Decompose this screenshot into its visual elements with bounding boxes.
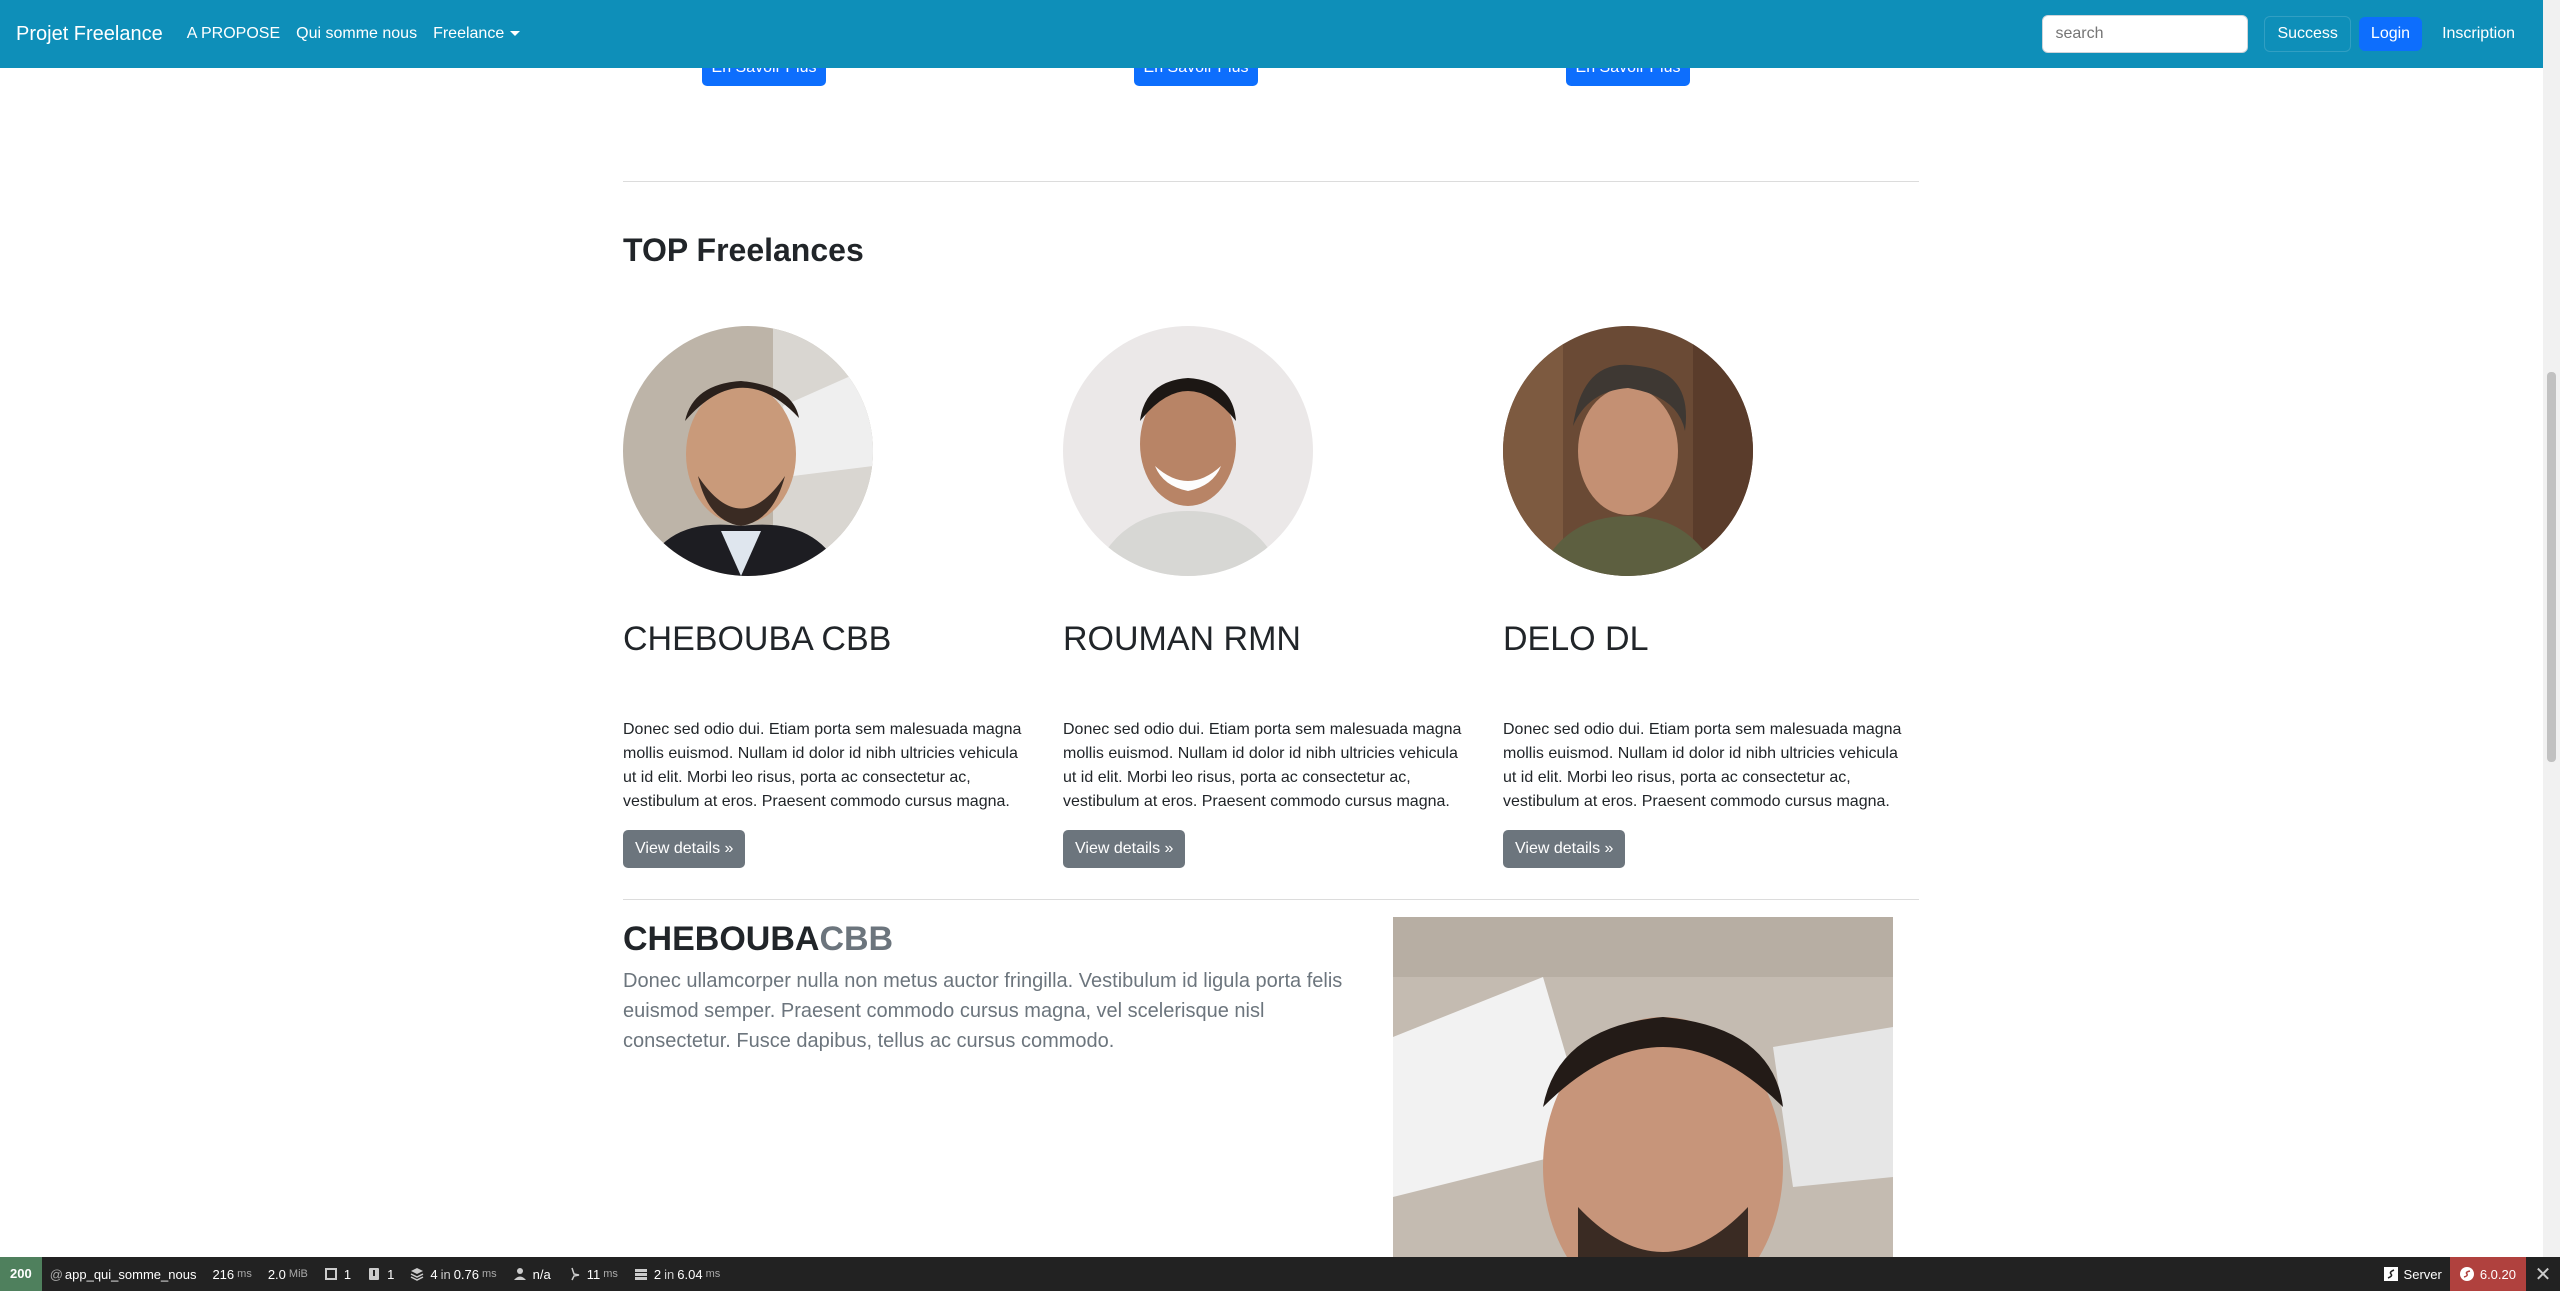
debug-toolbar: 200 @ app_qui_somme_nous 216 ms 2.0 MiB 1 1…	[0, 1257, 2560, 1291]
symfony-logo-icon	[2459, 1267, 2474, 1281]
nav-link-qui-somme-nous[interactable]: Qui somme nous	[296, 25, 417, 43]
symfony-version: 6.0.20	[2479, 1266, 2516, 1282]
featurette-image	[1393, 917, 1893, 1257]
events-icon	[571, 1267, 579, 1281]
featurette-heading-main: CHEBOUBA	[623, 920, 820, 958]
server-label: Server	[2403, 1266, 2442, 1282]
time-value: 216	[212, 1266, 235, 1282]
at-icon: @	[49, 1266, 63, 1282]
server-item[interactable]: Server	[2376, 1257, 2450, 1291]
memory-item[interactable]: 2.0 MiB	[260, 1257, 316, 1291]
section-title: TOP Freelances	[623, 232, 864, 268]
symfony-version-badge[interactable]: 6.0.20	[2449, 1257, 2526, 1291]
time-unit: ms	[237, 1268, 252, 1280]
freelance-description: Donec sed odio dui. Etiam porta sem male…	[623, 721, 1022, 810]
layers-icon	[410, 1268, 424, 1281]
freelance-description: Donec sed odio dui. Etiam porta sem male…	[1063, 721, 1462, 810]
db-count: 2	[653, 1266, 662, 1282]
freelance-name: DELO DL	[1503, 620, 1649, 658]
view-details-button[interactable]: View details »	[623, 830, 746, 868]
user-value: n/a	[532, 1266, 551, 1282]
twig-unit: ms	[482, 1268, 497, 1280]
route-name: app_qui_somme_nous	[64, 1266, 197, 1282]
view-details-button[interactable]: View details »	[1063, 830, 1186, 868]
database-item[interactable]: 2 in 6.04 ms	[626, 1257, 728, 1291]
scrollbar-thumb[interactable]	[2547, 372, 2556, 762]
user-item[interactable]: n/a	[505, 1257, 559, 1291]
logs-item[interactable]: 1	[359, 1257, 402, 1291]
events-unit: ms	[603, 1268, 618, 1280]
db-time: 6.04	[677, 1266, 703, 1282]
route-item[interactable]: @ app_qui_somme_nous	[42, 1257, 205, 1291]
http-requests-icon	[324, 1268, 337, 1280]
nav-link-a-propose[interactable]: A PROPOSE	[187, 25, 280, 43]
events-time: 11	[586, 1266, 601, 1282]
nav-dropdown-label: Freelance	[433, 25, 505, 42]
page-scrollbar[interactable]	[2543, 0, 2560, 1257]
search-input[interactable]	[2042, 15, 2249, 53]
user-icon	[513, 1268, 526, 1280]
nav-right-group: Success Login Inscription	[2042, 15, 2527, 53]
brand-link[interactable]: Projet Freelance	[16, 23, 163, 46]
featurette-heading: CHEBOUBACBB	[623, 920, 893, 959]
logs-count: 1	[387, 1266, 395, 1282]
memory-unit: MiB	[288, 1268, 308, 1280]
avatar-chebouba	[623, 326, 873, 576]
featurette-heading-muted: CBB	[819, 920, 894, 958]
freelance-name: CHEBOUBA CBB	[623, 620, 892, 658]
divider	[623, 899, 1919, 900]
navbar: Projet Freelance A PROPOSE Qui somme nou…	[0, 0, 2543, 68]
divider	[623, 181, 1919, 182]
twig-in: in	[440, 1266, 451, 1282]
events-item[interactable]: 11 ms	[559, 1257, 626, 1291]
twig-time: 0.76	[453, 1266, 479, 1282]
caret-down-icon	[510, 31, 521, 37]
memory-value: 2.0	[267, 1266, 286, 1282]
requests-count: 1	[343, 1266, 352, 1282]
avatar-delo	[1503, 326, 1753, 576]
logs-icon	[369, 1268, 380, 1280]
db-unit: ms	[705, 1268, 721, 1280]
toolbar-right: Server 6.0.20 ✕	[2376, 1257, 2560, 1291]
freelance-description: Donec sed odio dui. Etiam porta sem male…	[1503, 721, 1902, 810]
database-icon	[634, 1269, 647, 1280]
close-icon[interactable]: ✕	[2526, 1257, 2560, 1291]
nav-dropdown-freelance[interactable]: Freelance	[433, 25, 521, 43]
avatar-rouman	[1063, 326, 1313, 576]
requests-item[interactable]: 1	[316, 1257, 359, 1291]
featurette-lead: Donec ullamcorper nulla non metus auctor…	[623, 970, 1343, 1052]
freelance-name: ROUMAN RMN	[1063, 620, 1301, 658]
view-details-button[interactable]: View details »	[1503, 830, 1626, 868]
twig-item[interactable]: 4 in 0.76 ms	[402, 1257, 504, 1291]
symfony-icon	[2383, 1267, 2398, 1281]
login-button[interactable]: Login	[2358, 17, 2423, 51]
inscription-link[interactable]: Inscription	[2430, 17, 2527, 51]
twig-count: 4	[430, 1266, 438, 1282]
db-in: in	[664, 1266, 675, 1282]
time-item[interactable]: 216 ms	[204, 1257, 259, 1291]
status-code-badge[interactable]: 200	[0, 1257, 42, 1291]
success-button[interactable]: Success	[2264, 16, 2351, 52]
